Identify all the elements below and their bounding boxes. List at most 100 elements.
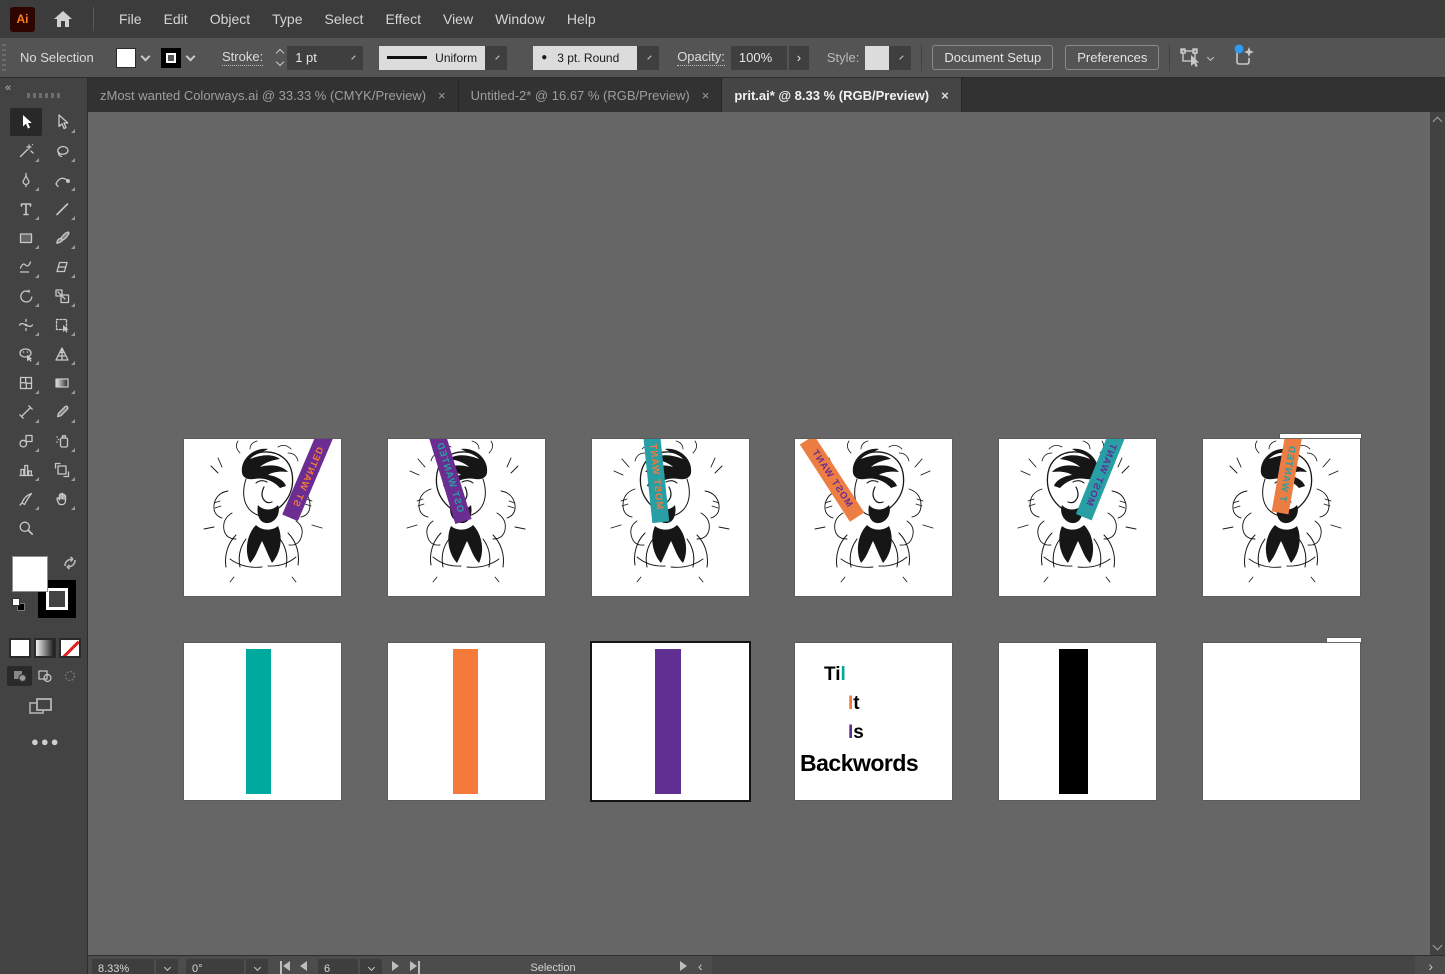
artboard-black-bar[interactable] — [999, 643, 1156, 800]
artboard-face-5[interactable]: MOST WANT — [999, 439, 1156, 596]
black-bar[interactable] — [1059, 649, 1088, 794]
scroll-left-icon[interactable]: ‹ — [698, 958, 703, 974]
pen-tool[interactable] — [10, 166, 42, 194]
panel-grip[interactable] — [2, 44, 6, 72]
tab-prit-ai[interactable]: prit.ai* @ 8.33 % (RGB/Preview) × — [722, 78, 961, 112]
rotation-field[interactable]: 0° — [186, 959, 244, 974]
previous-artboard-button[interactable] — [300, 961, 307, 971]
curvature-tool[interactable] — [46, 166, 78, 194]
artboard-number-dropdown[interactable] — [360, 959, 382, 974]
rectangle-tool[interactable] — [10, 224, 42, 252]
menu-help[interactable]: Help — [556, 5, 607, 33]
lasso-tool[interactable] — [46, 137, 78, 165]
style-chevron[interactable] — [889, 46, 911, 70]
slice-tool[interactable] — [10, 485, 42, 513]
horizontal-scrollbar[interactable] — [712, 956, 1415, 974]
artboard-face-4[interactable]: MOST WANT — [795, 439, 952, 596]
stroke-label[interactable]: Stroke: — [222, 49, 263, 66]
close-icon[interactable]: × — [438, 88, 446, 103]
width-profile-chevron[interactable] — [485, 46, 507, 70]
toolbar-grip[interactable] — [27, 93, 61, 98]
perspective-grid-tool[interactable] — [46, 340, 78, 368]
artboard-face-2[interactable]: OST WANTED — [388, 439, 545, 596]
mesh-tool[interactable] — [10, 369, 42, 397]
artboard-purple-bar[interactable] — [592, 643, 749, 800]
brush-chevron[interactable] — [637, 46, 659, 70]
opacity-field[interactable]: 100% — [731, 46, 787, 70]
orange-bar[interactable] — [453, 649, 478, 794]
direct-selection-tool[interactable] — [46, 108, 78, 136]
collapse-panel-icon[interactable]: « — [5, 82, 10, 94]
menu-select[interactable]: Select — [314, 5, 375, 33]
document-setup-button[interactable]: Document Setup — [932, 45, 1053, 70]
draw-normal-button[interactable] — [7, 666, 32, 686]
status-flyout-button[interactable] — [680, 961, 687, 971]
color-button[interactable] — [9, 638, 31, 658]
shape-builder-tool[interactable] — [10, 340, 42, 368]
artboard-typography[interactable]: Til It Is Backwords — [795, 643, 952, 800]
symbol-sprayer-tool[interactable] — [46, 427, 78, 455]
close-icon[interactable]: × — [702, 88, 710, 103]
scroll-right-icon[interactable]: › — [1428, 958, 1433, 974]
line-segment-tool[interactable] — [46, 195, 78, 223]
fill-swatch[interactable] — [12, 556, 48, 592]
menu-type[interactable]: Type — [261, 5, 313, 33]
home-button[interactable] — [53, 10, 73, 28]
artboard-face-6[interactable]: T WANTED — [1203, 439, 1360, 596]
zoom-tool[interactable] — [10, 514, 42, 542]
rotate-tool[interactable] — [10, 282, 42, 310]
fill-color-swatch[interactable] — [116, 48, 136, 68]
first-artboard-button[interactable] — [280, 961, 290, 974]
shaper-tool[interactable] — [10, 253, 42, 281]
menu-file[interactable]: File — [108, 5, 153, 33]
canvas[interactable]: ST WANTED OST WANTED MOST WANT MOST WANT… — [88, 112, 1430, 955]
scale-tool[interactable] — [46, 282, 78, 310]
width-tool[interactable] — [10, 311, 42, 339]
artboard-teal-bar[interactable] — [184, 643, 341, 800]
chevron-down-icon[interactable] — [1207, 54, 1214, 61]
preferences-button[interactable]: Preferences — [1065, 45, 1159, 70]
menu-view[interactable]: View — [432, 5, 484, 33]
stroke-weight-dropdown[interactable] — [341, 46, 363, 70]
last-artboard-button[interactable] — [410, 961, 420, 974]
measure-tool[interactable] — [10, 398, 42, 426]
menu-effect[interactable]: Effect — [374, 5, 432, 33]
menu-object[interactable]: Object — [199, 5, 261, 33]
stroke-weight-field[interactable]: 1 pt — [287, 46, 341, 70]
close-icon[interactable]: × — [941, 88, 949, 103]
text-line-3[interactable]: Is — [848, 722, 864, 744]
next-artboard-button[interactable] — [392, 961, 399, 971]
rotation-dropdown[interactable] — [246, 959, 268, 974]
tab-untitled-2[interactable]: Untitled-2* @ 16.67 % (RGB/Preview) × — [459, 78, 723, 112]
width-profile-dropdown[interactable]: Uniform — [379, 46, 485, 70]
brush-dropdown[interactable]: ● 3 pt. Round — [533, 46, 637, 70]
eraser-tool[interactable] — [46, 253, 78, 281]
text-line-4[interactable]: Backwords — [800, 750, 918, 777]
free-transform-tool[interactable] — [46, 311, 78, 339]
menu-window[interactable]: Window — [484, 5, 556, 33]
draw-behind-button[interactable] — [32, 666, 57, 686]
swap-fill-stroke-icon[interactable] — [62, 556, 78, 575]
style-swatch[interactable] — [865, 46, 889, 70]
artboard-blank[interactable] — [1203, 643, 1360, 800]
artboard-face-1[interactable]: ST WANTED — [184, 439, 341, 596]
edit-toolbar-button[interactable]: ●●● — [31, 734, 61, 749]
artboard-tool[interactable] — [46, 456, 78, 484]
selection-tool[interactable] — [10, 108, 42, 136]
gradient-tool[interactable] — [46, 369, 78, 397]
chevron-down-icon[interactable] — [141, 52, 151, 62]
magic-wand-tool[interactable] — [10, 137, 42, 165]
tab-zmost-wanted-colorways[interactable]: zMost wanted Colorways.ai @ 33.33 % (CMY… — [88, 78, 459, 112]
draw-inside-button[interactable] — [57, 666, 82, 686]
teal-bar[interactable] — [246, 649, 271, 794]
scroll-down-icon[interactable] — [1433, 941, 1443, 951]
selection-options-icon[interactable] — [1180, 47, 1217, 69]
text-line-1[interactable]: Til — [824, 664, 846, 686]
artboard-number-field[interactable]: 6 — [318, 959, 358, 974]
menu-edit[interactable]: Edit — [153, 5, 199, 33]
none-button[interactable] — [59, 638, 81, 658]
generative-ai-icon[interactable] — [1231, 44, 1257, 71]
artboard-orange-bar[interactable] — [388, 643, 545, 800]
artboard-face-3[interactable]: MOST WANT — [592, 439, 749, 596]
default-fill-stroke-icon[interactable] — [12, 598, 25, 611]
